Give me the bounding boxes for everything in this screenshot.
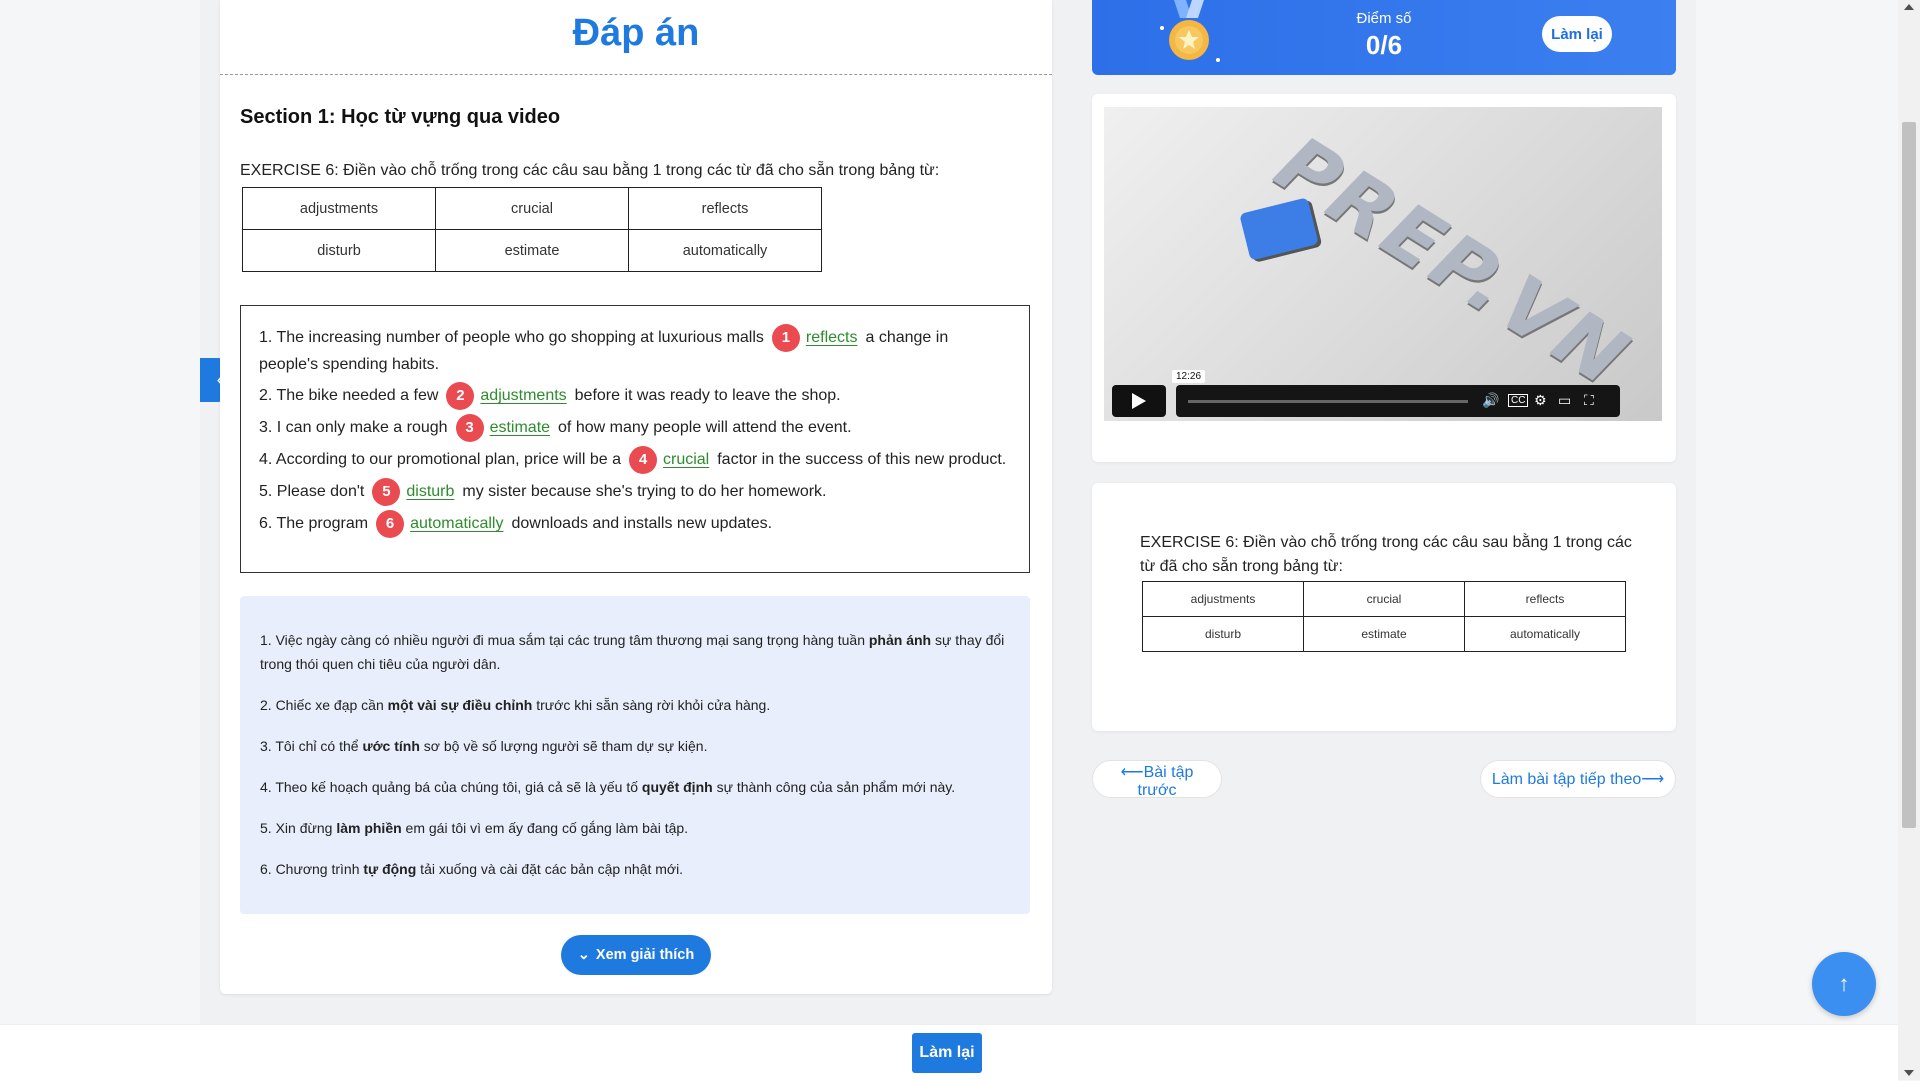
next-exercise-button[interactable]: Làm bài tập tiếp theo⟶ [1480,760,1676,798]
arrow-up-icon: ↑ [1838,971,1850,996]
score-banner: Điểm số 0/6 Làm lại [1092,0,1676,75]
title-divider [220,74,1052,75]
miniplayer-icon[interactable]: ▭ [1558,392,1571,409]
question-text: downloads and installs new updates. [511,515,773,533]
question-text: of how many people will attend the event… [558,419,852,437]
page-scrollbar[interactable] [1898,0,1920,1080]
word-cell: adjustments [242,187,436,230]
exercise-instruction: EXERCISE 6: Điền vào chỗ trống trong các… [240,162,940,179]
chevron-down-icon: ⌄ [577,947,590,963]
question-number-badge: 1 [771,324,800,352]
word-cell: automatically [1464,616,1626,652]
translation-item: 1. Việc ngày càng có nhiều người đi mua … [260,632,1005,672]
question-item: 6. The program 6 automatically downloads an… [259,510,1011,538]
video-logo-text: PREP.VN [1252,123,1653,401]
fullscreen-icon[interactable]: ⛶ [1584,392,1594,409]
word-cell: disturb [242,229,436,272]
word-bank-table: adjustments crucial reflects disturb est… [242,187,822,272]
word-cell: automatically [628,229,822,272]
translation-item: 3. Tôi chỉ có thể ước tính sơ bộ về số l… [260,738,708,754]
exercise-instruction-preview: EXERCISE 6: Điền vào chỗ trống trong các… [1140,534,1632,575]
question-number-badge: 4 [628,446,657,474]
questions-box: 1. The increasing number of people who g… [240,305,1030,573]
answer-text: estimate [489,419,551,437]
play-button[interactable] [1112,385,1166,417]
video-progress-bar[interactable] [1188,400,1468,403]
retry-button-bottom[interactable]: Làm lại [912,1033,982,1073]
question-number-badge: 3 [455,414,484,442]
question-text: 2. The bike needed a few [259,387,439,405]
word-cell: adjustments [1142,581,1304,617]
answer-text: disturb [406,483,455,501]
word-cell: crucial [1303,581,1465,617]
scroll-to-top-button[interactable]: ↑ [1812,952,1876,1016]
answer-text: automatically [410,515,504,533]
question-text: factor in the success of this new produc… [717,451,1007,469]
video-control-bar: 🔊 CC ⚙ ▭ ⛶ [1176,385,1620,417]
translation-box: 1. Việc ngày càng có nhiều người đi mua … [240,596,1030,914]
translation-item: 4. Theo kế hoạch quảng bá của chúng tôi,… [260,779,956,795]
word-cell: reflects [628,187,822,230]
video-time-tooltip: 12:26 [1172,370,1206,383]
word-cell: reflects [1464,581,1626,617]
answer-text: crucial [662,451,710,469]
question-text: 5. Please don't [259,483,365,501]
video-player[interactable]: PREP.VN 12:26 🔊 CC ⚙ ▭ ⛶ [1104,107,1662,421]
question-item: 3. I can only make a rough 3 estimate of ho… [259,414,1011,442]
video-card: PREP.VN 12:26 🔊 CC ⚙ ▭ ⛶ [1092,94,1676,462]
translation-item: 6. Chương trình tự động tải xuống và cài… [260,861,684,877]
question-number-badge: 5 [372,478,401,506]
question-item: 2. The bike needed a few 2 adjustments befo… [259,382,1011,410]
word-bank-table-preview: adjustments crucial reflects disturb est… [1142,581,1626,652]
view-explanation-button[interactable]: ⌄ Xem giải thích [561,935,711,975]
retry-button-top[interactable]: Làm lại [1542,16,1612,52]
volume-icon[interactable]: 🔊 [1482,392,1499,409]
scroll-up-arrow-icon[interactable] [1904,4,1914,10]
settings-gear-icon[interactable]: ⚙ [1534,392,1547,409]
question-number-badge: 6 [376,510,405,538]
question-item: 4. According to our promotional plan, pr… [259,446,1011,474]
answer-text: reflects [805,329,858,347]
scrollbar-thumb[interactable] [1902,122,1916,828]
translation-item: 2. Chiếc xe đạp cần một vài sự điều chỉn… [260,697,771,713]
question-item: 1. The increasing number of people who g… [259,324,1011,378]
question-text: 4. According to our promotional plan, pr… [259,451,621,469]
section-title: Section 1: Học từ vựng qua video [240,106,561,128]
word-cell: disturb [1142,616,1304,652]
captions-icon[interactable]: CC [1508,394,1529,407]
previous-exercise-button[interactable]: ⟵Bài tập trước [1092,760,1222,799]
scroll-down-arrow-icon[interactable] [1904,1070,1914,1076]
translation-item: 5. Xin đừng làm phiền em gái tôi vì em ấ… [260,820,689,836]
question-text: 1. The increasing number of people who g… [259,329,764,347]
bottom-action-bar: Làm lại [0,1024,1898,1081]
page-title: Đáp án [572,12,700,54]
question-item: 5. Please don't 5 disturb my sister because… [259,478,1011,506]
answer-text: adjustments [480,387,567,405]
question-text: 6. The program [259,515,369,533]
page-background-left [0,0,200,1024]
question-text: before it was ready to leave the shop. [574,387,841,405]
word-cell: estimate [1303,616,1465,652]
play-icon [1132,393,1146,409]
question-number-badge: 2 [446,382,475,410]
word-cell: crucial [435,187,629,230]
answer-card: Đáp án Section 1: Học từ vựng qua video … [220,0,1052,994]
question-text: 3. I can only make a rough [259,419,448,437]
question-text: my sister because she's trying to do her… [462,483,827,501]
exercise-preview-card: EXERCISE 6: Điền vào chỗ trống trong các… [1092,483,1676,731]
word-cell: estimate [435,229,629,272]
